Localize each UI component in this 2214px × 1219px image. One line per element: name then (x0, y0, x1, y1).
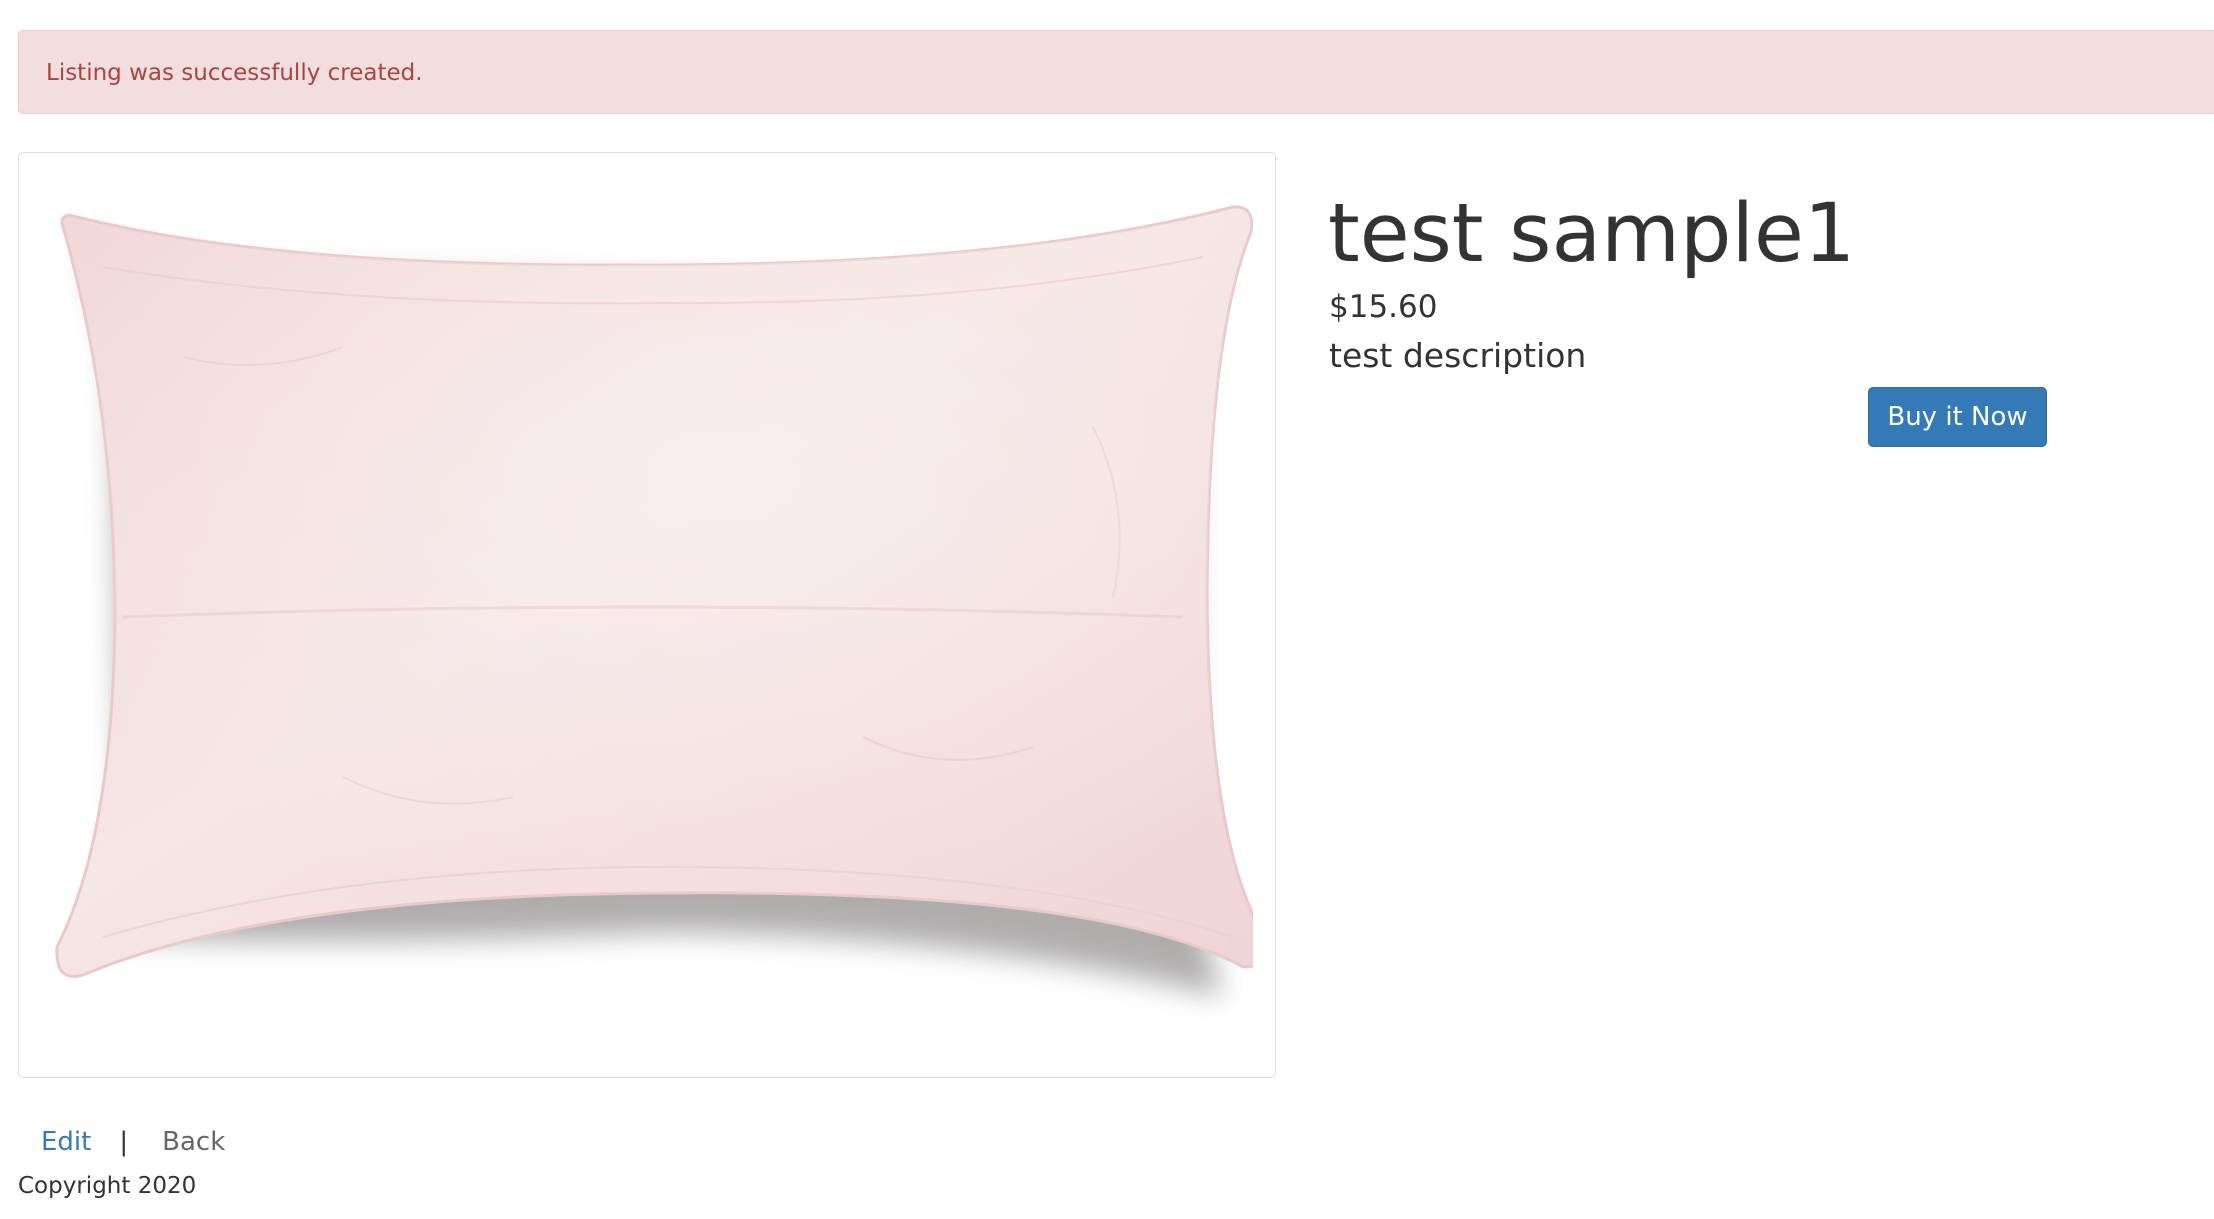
listing-image-frame (18, 152, 1276, 1078)
listing-image (43, 177, 1253, 1057)
footer-copyright: Copyright 2020 (18, 1173, 197, 1199)
edit-link[interactable]: Edit (41, 1127, 91, 1157)
flash-notice: Listing was successfully created. (18, 30, 2214, 114)
listing-title: test sample1 (1328, 187, 1856, 281)
listing-actions: Edit | Back (41, 1126, 225, 1158)
link-separator: | (119, 1127, 129, 1157)
listing-description: test description (1329, 336, 1587, 375)
flash-notice-text: Listing was successfully created. (46, 60, 423, 86)
buy-it-now-button[interactable]: Buy it Now (1868, 387, 2047, 447)
listing-price: $15.60 (1329, 289, 1438, 325)
back-link[interactable]: Back (162, 1127, 225, 1157)
